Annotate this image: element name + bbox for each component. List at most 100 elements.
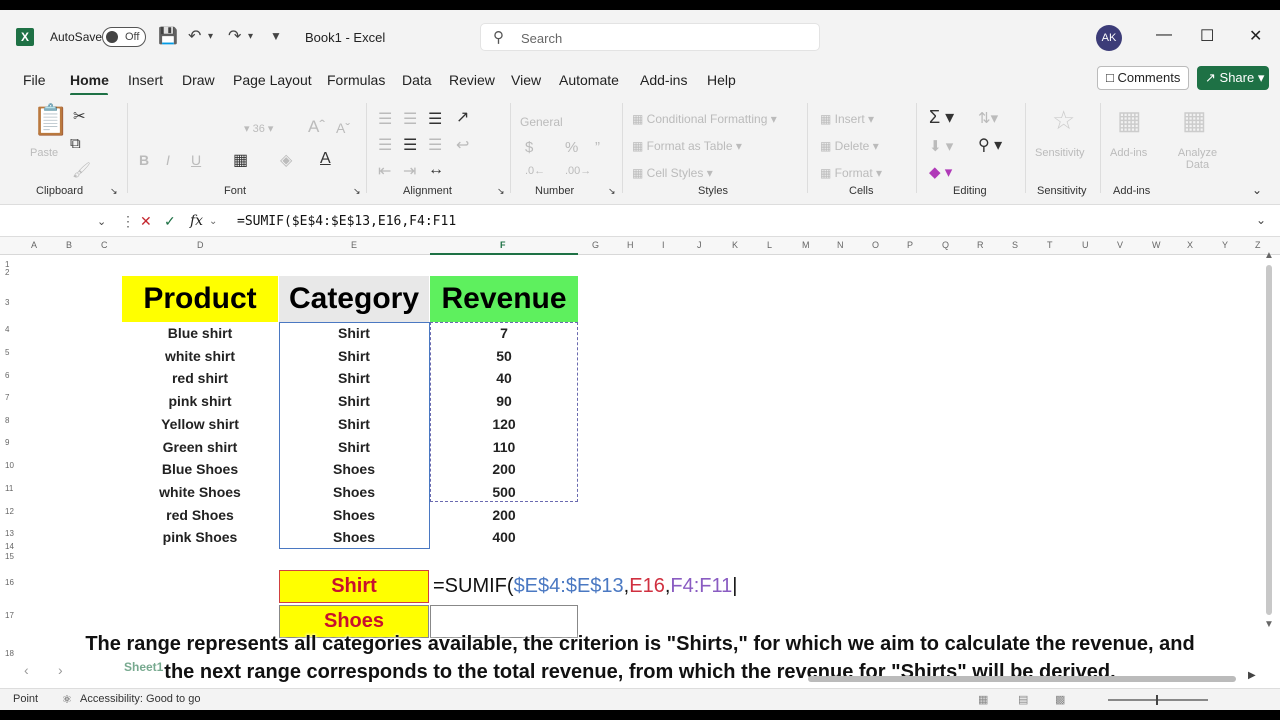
revenue-cell[interactable]: 400	[430, 529, 578, 545]
increase-font-icon[interactable]: Aˆ	[308, 117, 325, 137]
row-header-12[interactable]: 12	[5, 507, 14, 516]
decrease-font-icon[interactable]: Aˇ	[336, 120, 350, 136]
column-header-s[interactable]: S	[1012, 240, 1018, 250]
column-header-a[interactable]: A	[31, 240, 37, 250]
product-cell[interactable]: Blue shirt	[122, 325, 278, 341]
delete-cells-button[interactable]: ▦ Delete ▾	[820, 139, 879, 153]
add-ins-icon[interactable]: ▦	[1117, 105, 1142, 136]
merge-center-icon[interactable]: ↔	[428, 161, 444, 179]
share-button[interactable]: ↗ Share ▾	[1197, 66, 1269, 90]
decrease-decimal-icon[interactable]: .00→	[565, 165, 591, 177]
fx-dropdown-icon[interactable]: ⌄	[209, 216, 217, 227]
column-header-p[interactable]: P	[907, 240, 913, 250]
tab-insert[interactable]: Insert	[128, 72, 163, 88]
sort-filter-icon[interactable]: ⇅▾	[978, 109, 998, 127]
scroll-right-icon[interactable]: ▶	[1248, 670, 1256, 681]
page-break-view-icon[interactable]: ▩	[1055, 693, 1065, 706]
category-cell[interactable]: Shirt	[279, 348, 429, 364]
undo-icon[interactable]: ↶	[188, 26, 201, 46]
row-header-3[interactable]: 3	[5, 298, 9, 307]
zoom-slider-thumb[interactable]	[1156, 695, 1158, 705]
enter-icon[interactable]: ✓	[164, 213, 176, 230]
row-header-16[interactable]: 16	[5, 578, 14, 587]
scroll-up-icon[interactable]: ▲	[1264, 250, 1274, 261]
product-cell[interactable]: white Shoes	[122, 484, 278, 500]
row-header-5[interactable]: 5	[5, 348, 9, 357]
column-header-q[interactable]: Q	[942, 240, 949, 250]
clipboard-launcher-icon[interactable]: ↘	[110, 186, 118, 197]
wrap-text-icon[interactable]: ↩	[456, 135, 469, 155]
borders-icon[interactable]: ▦	[233, 150, 248, 170]
tab-help[interactable]: Help	[707, 72, 736, 88]
row-header-11[interactable]: 11	[5, 484, 13, 493]
vertical-scrollbar[interactable]	[1266, 265, 1272, 615]
column-header-j[interactable]: J	[697, 240, 702, 250]
maximize-icon[interactable]: ☐	[1200, 26, 1214, 46]
user-avatar[interactable]: AK	[1096, 25, 1122, 51]
revenue-cell[interactable]: 500	[430, 484, 578, 500]
search-box[interactable]: ⚲ Search	[480, 23, 820, 51]
tab-home[interactable]: Home	[70, 72, 109, 88]
increase-indent-icon[interactable]: ⇥	[403, 161, 416, 181]
comma-style-icon[interactable]: ”	[595, 139, 600, 156]
revenue-cell[interactable]: 200	[430, 507, 578, 523]
column-header-f[interactable]: F	[500, 240, 506, 250]
tab-automate[interactable]: Automate	[559, 72, 619, 88]
column-header-h[interactable]: H	[627, 240, 634, 250]
middle-align-icon[interactable]: ☰	[403, 109, 417, 129]
column-header-t[interactable]: T	[1047, 240, 1053, 250]
product-cell[interactable]: Blue Shoes	[122, 461, 278, 477]
horizontal-scrollbar[interactable]	[808, 676, 1236, 682]
font-color-icon[interactable]: A	[320, 150, 331, 168]
row-header-2[interactable]: 2	[5, 268, 9, 277]
revenue-cell[interactable]: 7	[430, 325, 578, 341]
column-header-o[interactable]: O	[872, 240, 879, 250]
accessibility-status[interactable]: Accessibility: Good to go	[80, 693, 200, 705]
undo-dropdown-icon[interactable]: ▾	[208, 31, 213, 42]
row-header-17[interactable]: 17	[5, 611, 14, 620]
scroll-down-icon[interactable]: ▼	[1264, 619, 1274, 630]
column-header-u[interactable]: U	[1082, 240, 1089, 250]
cell-styles-button[interactable]: ▦ Cell Styles ▾	[632, 166, 713, 180]
tab-draw[interactable]: Draw	[182, 72, 215, 88]
page-layout-view-icon[interactable]: ▤	[1018, 693, 1028, 706]
header-category[interactable]: Category	[279, 276, 429, 322]
currency-icon[interactable]: $	[525, 139, 533, 156]
clear-icon[interactable]: ◆ ▾	[929, 163, 952, 181]
next-sheet-icon[interactable]: ›	[58, 662, 63, 678]
minimize-icon[interactable]: —	[1156, 26, 1172, 44]
autosum-icon[interactable]: Σ ▾	[929, 107, 954, 128]
tab-formulas[interactable]: Formulas	[327, 72, 385, 88]
expand-formula-icon[interactable]: ⌄	[1256, 213, 1266, 227]
revenue-cell[interactable]: 90	[430, 393, 578, 409]
revenue-cell[interactable]: 110	[430, 439, 578, 455]
tab-view[interactable]: View	[511, 72, 541, 88]
collapse-ribbon-icon[interactable]: ⌄	[1252, 183, 1262, 197]
revenue-cell[interactable]: 120	[430, 416, 578, 432]
align-center-icon[interactable]: ☰	[403, 135, 417, 155]
column-header-n[interactable]: N	[837, 240, 844, 250]
category-cell[interactable]: Shoes	[279, 461, 429, 477]
row-header-9[interactable]: 9	[5, 438, 9, 447]
category-cell[interactable]: Shoes	[279, 507, 429, 523]
row-header-15[interactable]: 15	[5, 552, 14, 561]
format-cells-button[interactable]: ▦ Format ▾	[820, 166, 882, 180]
column-header-y[interactable]: Y	[1222, 240, 1228, 250]
format-painter-icon[interactable]: 🖌	[72, 161, 91, 179]
bottom-align-icon[interactable]: ☰	[428, 109, 442, 129]
column-header-k[interactable]: K	[732, 240, 738, 250]
paste-icon[interactable]: 📋	[32, 103, 69, 138]
row-header-13[interactable]: 13	[5, 529, 14, 538]
comments-button[interactable]: □ Comments	[1097, 66, 1189, 90]
percent-icon[interactable]: %	[565, 139, 578, 156]
align-right-icon[interactable]: ☰	[428, 135, 442, 155]
save-icon[interactable]: 💾	[158, 26, 178, 46]
column-header-e[interactable]: E	[351, 240, 357, 250]
prev-sheet-icon[interactable]: ‹	[24, 662, 29, 678]
redo-dropdown-icon[interactable]: ▾	[248, 31, 253, 42]
number-format-dropdown[interactable]: General	[520, 115, 563, 129]
column-header-r[interactable]: R	[977, 240, 984, 250]
revenue-cell[interactable]: 200	[430, 461, 578, 477]
category-cell[interactable]: Shirt	[279, 370, 429, 386]
shirt-formula-cell[interactable]: =SUMIF($E$4:$E$13,E16,F4:F11|	[433, 575, 737, 598]
